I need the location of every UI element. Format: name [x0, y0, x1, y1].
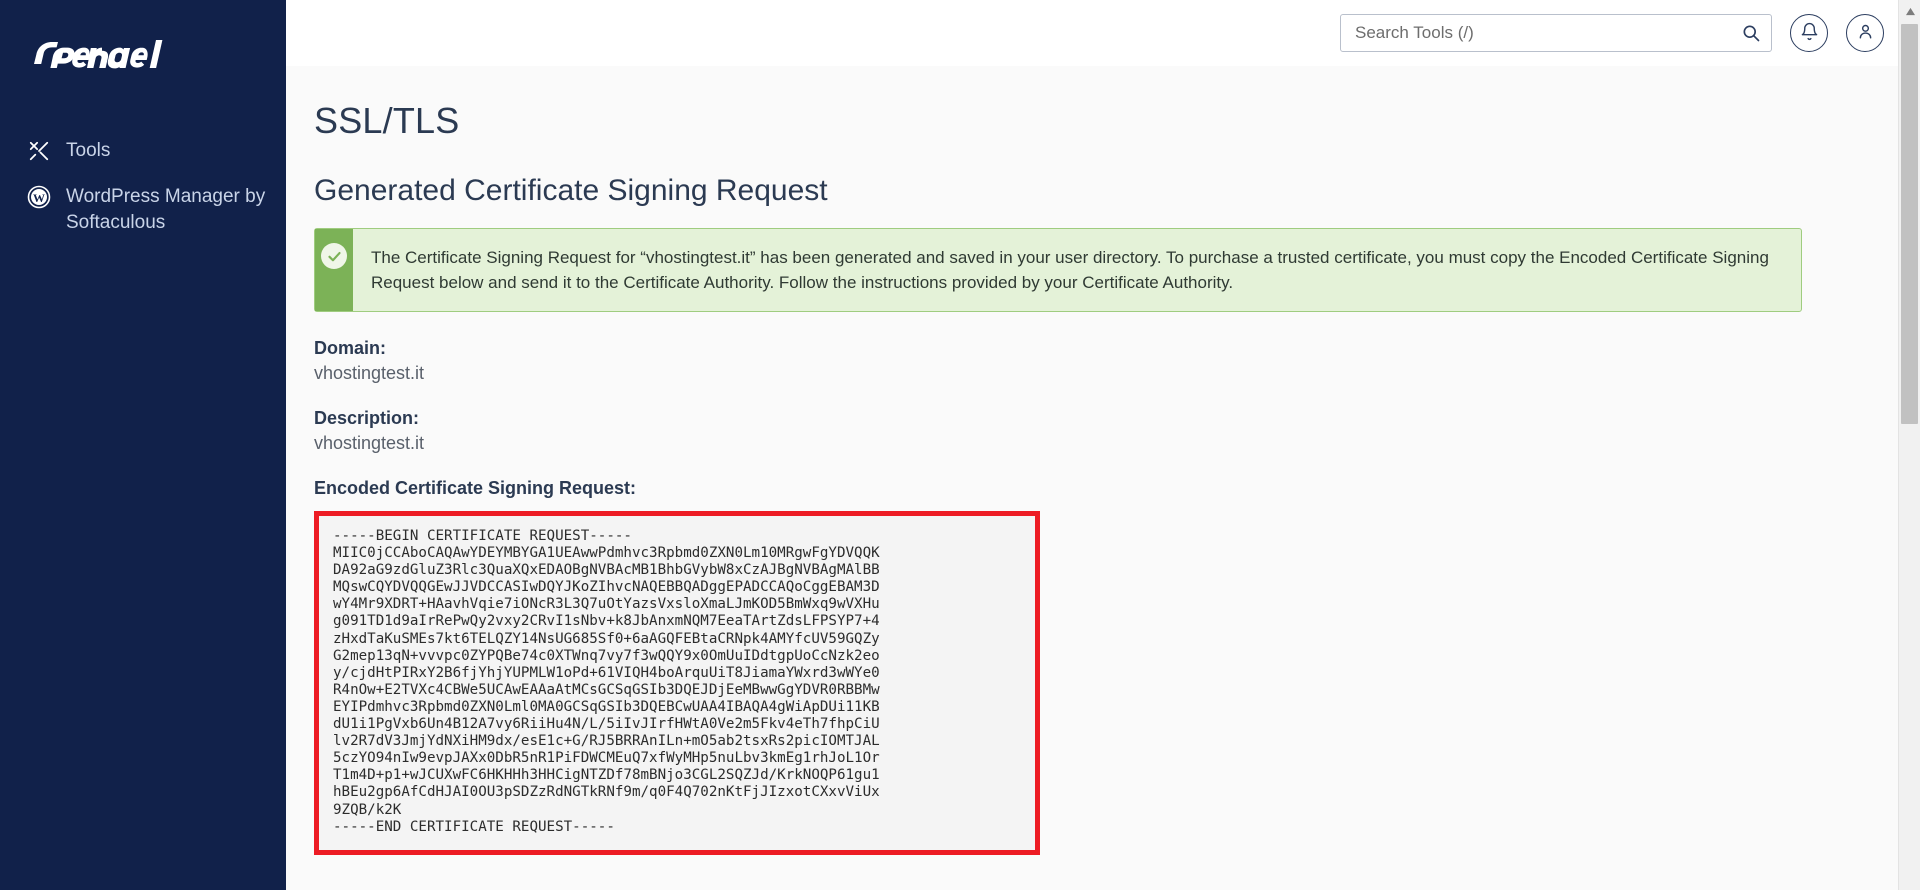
csr-highlight-box[interactable]: -----BEGIN CERTIFICATE REQUEST----- MIIC…: [314, 511, 1040, 855]
wordpress-icon: W: [26, 184, 52, 210]
main-area: SSL/TLS Generated Certificate Signing Re…: [286, 0, 1920, 890]
domain-value: vhostingtest.it: [314, 363, 425, 383]
cpanel-logo[interactable]: [0, 22, 286, 92]
sidebar-nav: Tools W WordPress Manager by Softaculous: [0, 128, 286, 246]
bell-icon: [1800, 22, 1819, 44]
sidebar-item-tools[interactable]: Tools: [0, 128, 286, 174]
csr-text[interactable]: -----BEGIN CERTIFICATE REQUEST----- MIIC…: [333, 528, 1021, 836]
page-title: SSL/TLS: [314, 100, 460, 141]
description-label: Description:: [314, 408, 420, 428]
notifications-button[interactable]: [1790, 13, 1828, 52]
alert-icon-band: [315, 229, 353, 311]
alert-message: The Certificate Signing Request for “vho…: [371, 248, 1769, 292]
scrollbar-up-arrow[interactable]: [1899, 0, 1920, 22]
topbar: [286, 0, 1920, 66]
description-value: vhostingtest.it: [314, 433, 425, 453]
page-content: SSL/TLS Generated Certificate Signing Re…: [286, 66, 1920, 890]
account-button[interactable]: [1846, 13, 1884, 52]
domain-label: Domain:: [314, 338, 386, 358]
sidebar: Tools W WordPress Manager by Softaculous: [0, 0, 286, 890]
tools-icon: [26, 138, 52, 164]
check-circle-icon: [321, 243, 347, 269]
success-alert: The Certificate Signing Request for “vho…: [314, 228, 1802, 312]
sidebar-item-wordpress-manager[interactable]: W WordPress Manager by Softaculous: [0, 174, 286, 246]
scrollbar-thumb[interactable]: [1901, 24, 1918, 424]
search-tools: [1340, 13, 1772, 52]
csr-label: Encoded Certificate Signing Request:: [314, 478, 637, 498]
sidebar-item-label: WordPress Manager by Softaculous: [66, 186, 266, 233]
page-scrollbar[interactable]: [1898, 0, 1920, 890]
search-input[interactable]: [1340, 13, 1772, 52]
app-root: Tools W WordPress Manager by Softaculous: [0, 0, 1920, 890]
sidebar-item-label: Tools: [66, 140, 111, 161]
user-icon: [1856, 22, 1875, 44]
section-title: Generated Certificate Signing Request: [314, 174, 828, 207]
svg-text:W: W: [33, 191, 45, 205]
